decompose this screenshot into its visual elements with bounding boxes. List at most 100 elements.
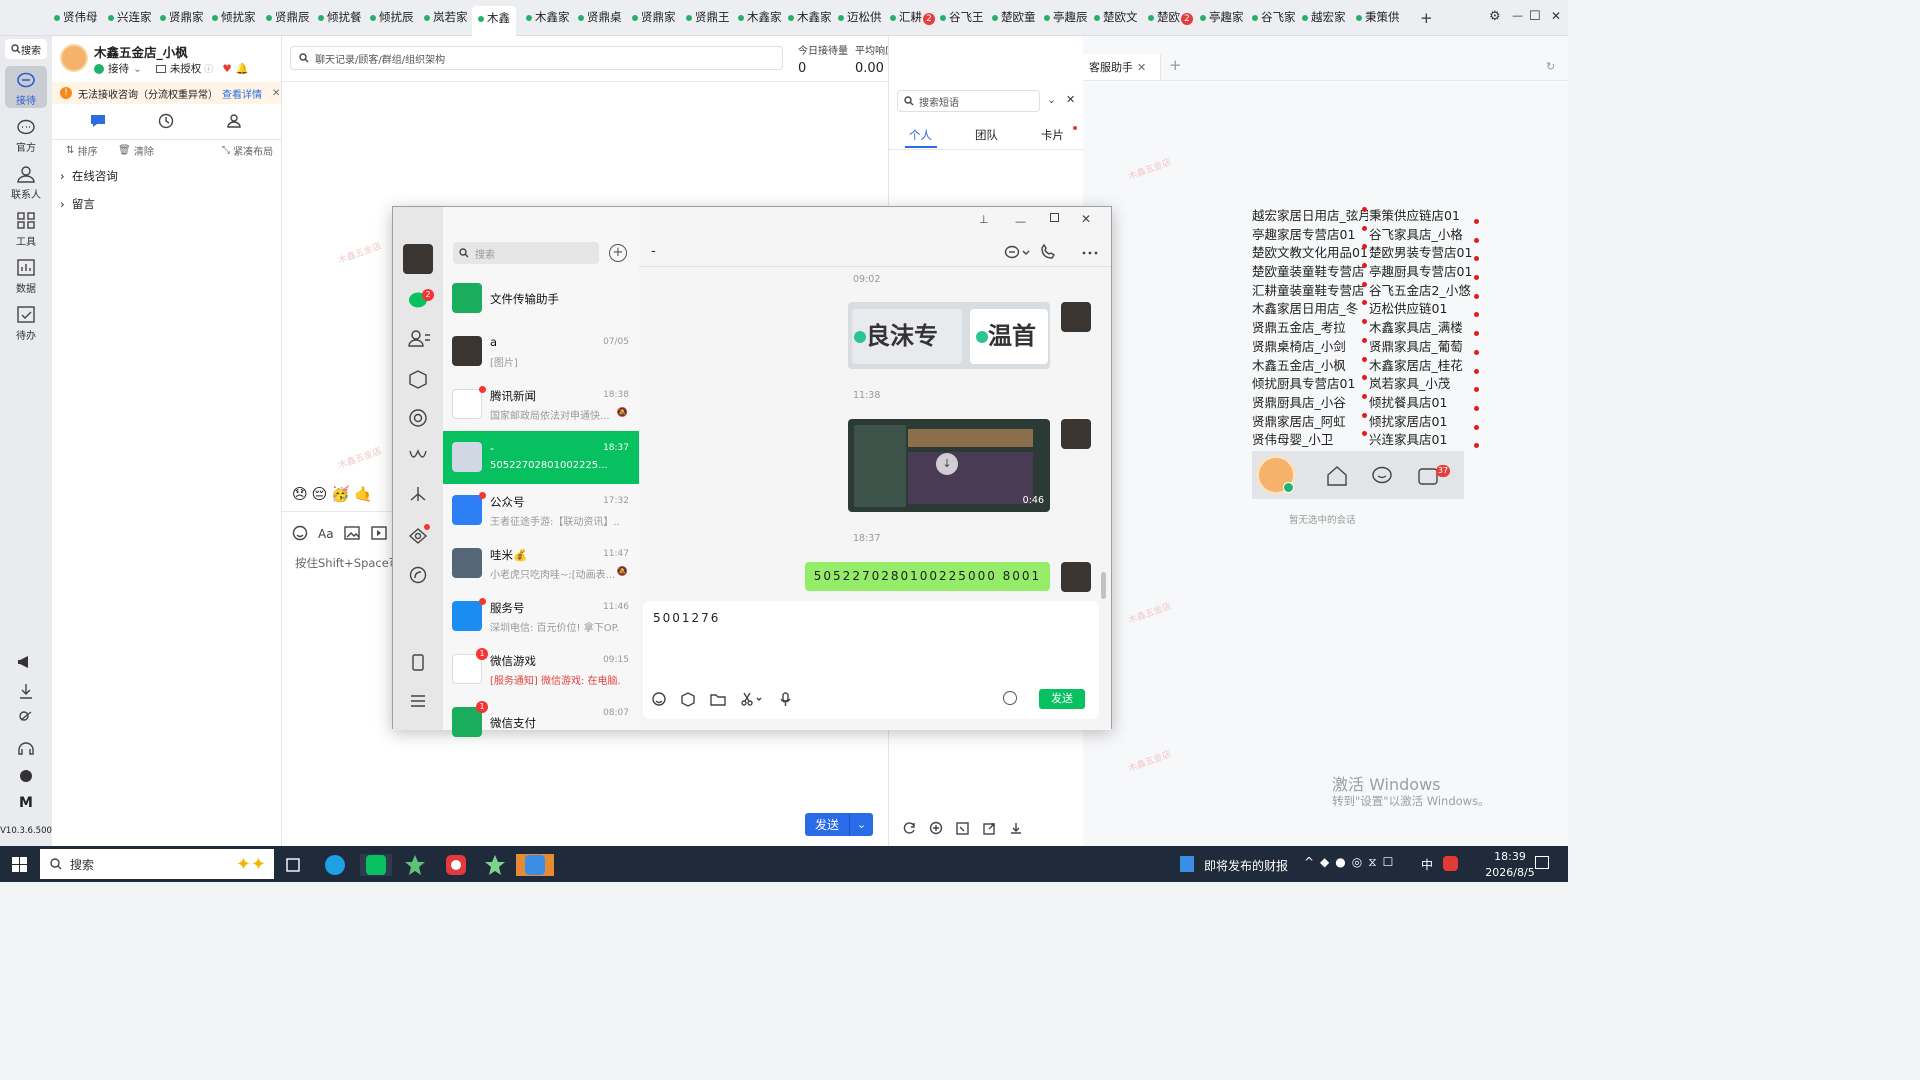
shop-tab[interactable]: 兴连家	[108, 9, 152, 29]
maximize-icon[interactable]: ☐	[1529, 9, 1541, 24]
store-name[interactable]: 贤伟母婴_小卫	[1252, 431, 1368, 450]
alert-details-link[interactable]: 查看详情	[222, 86, 262, 101]
store-name[interactable]: 木鑫五金店_小枫	[1252, 357, 1368, 376]
rail-item-contacts[interactable]: 联系人	[5, 160, 47, 202]
download-icon[interactable]: ↓	[936, 453, 958, 475]
shop-tab[interactable]: 亭趣辰	[1044, 9, 1088, 29]
store-name[interactable]: 木鑫家居日用店_冬	[1252, 300, 1368, 319]
reception-status-dropdown[interactable]: 接待	[108, 61, 129, 76]
shop-tab[interactable]: 倾扰餐	[318, 9, 362, 29]
rail-item-official[interactable]: 官方	[5, 113, 47, 155]
rail-m-logo[interactable]: M	[0, 795, 52, 811]
pin-icon[interactable]: ⊥	[979, 213, 989, 226]
store-name[interactable]: 木鑫家具店_满楼	[1369, 319, 1479, 338]
shop-tab[interactable]: 迈松供	[838, 9, 882, 29]
maximize-icon[interactable]	[1050, 213, 1059, 222]
minimize-icon[interactable]: —	[1512, 9, 1523, 22]
shop-tab[interactable]: 木鑫家	[738, 9, 782, 29]
video-message[interactable]: ↓ 0:46	[848, 419, 1050, 512]
shop-tab[interactable]: 秉策供	[1356, 9, 1400, 29]
shop-tab[interactable]: 贤鼎辰	[266, 9, 310, 29]
shop-tab[interactable]: 贤鼎桌	[578, 9, 622, 29]
chat-list-item[interactable]: 微信支付 08:07 1	[443, 696, 639, 749]
shop-tab[interactable]: 木鑫家	[526, 9, 570, 29]
store-name[interactable]: 木鑫家居店_桂花	[1369, 357, 1479, 376]
wechat-send-button[interactable]: 发送	[1039, 689, 1085, 709]
shop-tab[interactable]: 贤伟母	[54, 9, 98, 29]
tree-online-consult[interactable]: › 在线咨询	[60, 168, 118, 184]
my-avatar[interactable]	[1061, 419, 1091, 449]
chat-list-item[interactable]: 腾讯新闻 18:38 国家邮政局依法对申通快... 🔕	[443, 378, 639, 431]
sort-button[interactable]: ⇅ 排序	[66, 143, 98, 158]
close-icon[interactable]: ✕	[272, 88, 280, 99]
store-name[interactable]: 贤鼎五金店_考拉	[1252, 319, 1368, 338]
global-search[interactable]: 聊天记录/顾客/群组/组织架构	[290, 46, 783, 70]
rail-item-data[interactable]: 数据	[5, 254, 47, 296]
minimize-icon[interactable]: —	[1015, 215, 1026, 228]
store-name[interactable]: 贤鼎家居店_阿虹	[1252, 413, 1368, 432]
refresh-icon[interactable]: ↻	[1546, 60, 1555, 73]
chat-list-item[interactable]: 公众号 17:32 王者征途手游:【联动资讯】...	[443, 484, 639, 537]
close-icon[interactable]: ✕	[1066, 93, 1075, 106]
shop-tab[interactable]: 楚欧童	[992, 9, 1036, 29]
image-message[interactable]: 良沫专 温首	[848, 302, 1050, 369]
shop-tab[interactable]: 木鑫	[472, 6, 516, 36]
store-name[interactable]: 亭趣厨具专营店01	[1369, 263, 1479, 282]
shop-tab[interactable]: 越宏家	[1302, 9, 1346, 29]
close-icon[interactable]: ✕	[1551, 9, 1561, 23]
news-widget[interactable]: 即将发布的财报	[1204, 857, 1288, 874]
my-avatar[interactable]	[1061, 562, 1091, 592]
rail-item-reception[interactable]: 接待	[5, 66, 47, 108]
shop-tab[interactable]: 岚若家	[424, 9, 468, 29]
store-name[interactable]: 越宏家居日用店_弦月	[1252, 207, 1368, 226]
message-scrollbar[interactable]	[1101, 572, 1106, 599]
voice-call-icon[interactable]	[1003, 691, 1017, 705]
collapse-icon[interactable]: ⌄	[1047, 93, 1056, 106]
tray-icons[interactable]: ^◆●◎⧖☐	[1304, 855, 1399, 870]
chat-list-item[interactable]: - 18:37 50522702801002225...	[443, 431, 639, 484]
wechat-search-input[interactable]: 搜索	[453, 242, 599, 264]
ime-indicator[interactable]: 中	[1421, 856, 1433, 873]
store-name[interactable]: 汇耕童装童鞋专营店	[1252, 282, 1368, 301]
wechat-profile-avatar[interactable]	[403, 244, 433, 274]
settings-icon[interactable]: ⚙	[1489, 9, 1501, 24]
shop-tab[interactable]: 楚欧 2	[1148, 9, 1193, 29]
shop-tab[interactable]: 倾扰辰	[370, 9, 414, 29]
shop-tab[interactable]: 贤鼎王	[686, 9, 730, 29]
chat-list-item[interactable]: 微信游戏 09:15 [服务通知] 微信游戏: 在电脑... 1	[443, 643, 639, 696]
rail-item-tools[interactable]: 工具	[5, 207, 47, 249]
my-avatar[interactable]	[1061, 302, 1091, 332]
shop-tab[interactable]: 汇耕 2	[890, 9, 935, 29]
text-message-bubble[interactable]: 5052270280100225000 8001	[805, 562, 1050, 591]
store-name[interactable]: 贤鼎家具店_葡萄	[1369, 338, 1479, 357]
phrase-search-input[interactable]: 搜索短语	[897, 90, 1040, 112]
message-input[interactable]: 5001276 发送	[643, 601, 1099, 719]
windows-start-icon[interactable]	[12, 857, 28, 873]
chat-list-item[interactable]: 哇米💰 11:47 小老虎只吃肉哇~:[动画表... 🔕	[443, 537, 639, 590]
chat-list-item[interactable]: 文件传输助手	[443, 272, 639, 325]
store-name[interactable]: 贤鼎桌椅店_小剑	[1252, 338, 1368, 357]
add-tab-icon[interactable]: +	[1169, 56, 1182, 74]
store-name[interactable]: 秉策供应链店01	[1369, 207, 1479, 226]
compact-layout-button[interactable]: ⤡ 紧凑布局	[222, 143, 273, 158]
sogou-icon[interactable]	[1443, 856, 1458, 871]
tab-team[interactable]: 团队	[975, 127, 998, 143]
shop-tab[interactable]: 亭趣家	[1200, 9, 1244, 29]
tab-card[interactable]: 卡片	[1041, 127, 1064, 143]
store-name[interactable]: 谷飞家具店_小格	[1369, 226, 1479, 245]
start-group-chat-icon[interactable]: +	[609, 244, 627, 262]
notification-icon[interactable]	[1535, 856, 1549, 869]
send-split-button[interactable]: 发送 ⌄	[805, 813, 873, 836]
chat-list-item[interactable]: 服务号 11:46 深圳电信: 百元价位! 拿下OP...	[443, 590, 639, 643]
store-name[interactable]: 亭趣家居专营店01	[1252, 226, 1368, 245]
shop-tab[interactable]: 谷飞家	[1252, 9, 1296, 29]
shop-tab[interactable]: 倾扰家	[212, 9, 256, 29]
tab-personal[interactable]: 个人	[909, 127, 932, 143]
shop-tab[interactable]: 贤鼎家	[632, 9, 676, 29]
assistant-tab[interactable]: 客服助手 ✕	[1083, 54, 1161, 80]
chat-list-item[interactable]: a 07/05 [图片]	[443, 325, 639, 378]
taskbar-search-box[interactable]: 搜索 ✦✦	[40, 849, 274, 879]
chevron-down-icon[interactable]: ⌄	[850, 818, 873, 831]
shop-tab[interactable]: 谷飞王	[940, 9, 984, 29]
shop-tab[interactable]: 木鑫家	[788, 9, 832, 29]
